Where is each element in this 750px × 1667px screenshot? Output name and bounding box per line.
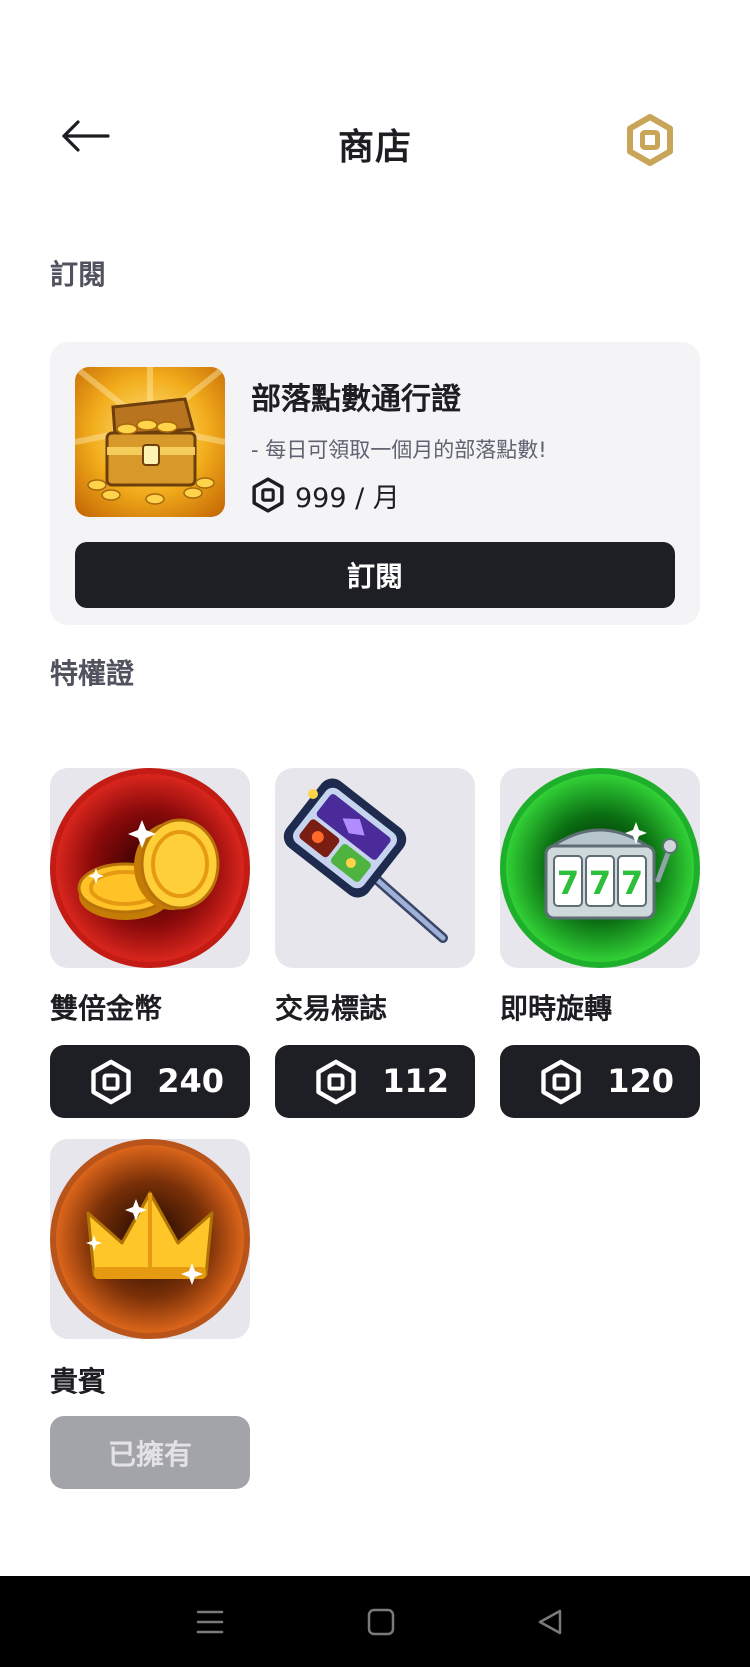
subscribe-button[interactable]: 訂閱: [75, 542, 675, 608]
buy-button-instant-spin[interactable]: 120: [500, 1045, 700, 1118]
svg-text:7: 7: [557, 864, 579, 902]
home-square-icon: [367, 1608, 395, 1635]
section-title-subscriptions: 訂閱: [50, 258, 107, 291]
pass-name-vip: 貴賓: [50, 1365, 107, 1398]
pass-name-instant-spin: 即時旋轉: [500, 992, 613, 1025]
price-instant-spin: 120: [607, 1062, 674, 1100]
pass-image-instant-spin[interactable]: 7 7 7: [500, 768, 700, 968]
slot-machine-icon: 7 7 7: [500, 768, 700, 968]
price-trade-sign: 112: [382, 1062, 449, 1100]
back-triangle-icon: [538, 1609, 562, 1634]
trade-sign-icon: [283, 778, 448, 943]
recent-apps-button[interactable]: [180, 1576, 240, 1667]
price-double-coins: 240: [157, 1062, 224, 1100]
robux-icon: [91, 1059, 131, 1105]
treasure-chest-icon: [75, 367, 225, 517]
gold-coins-icon: [50, 768, 250, 968]
pass-image-double-coins[interactable]: [50, 768, 250, 968]
pass-name-trade-sign: 交易標誌: [275, 992, 388, 1025]
subscription-price-text: 999 / 月: [295, 482, 400, 514]
system-back-button[interactable]: [520, 1576, 580, 1667]
buy-button-trade-sign[interactable]: 112: [275, 1045, 475, 1118]
pass-image-trade-sign[interactable]: [275, 768, 475, 968]
subscription-card: 部落點數通行證 - 每日可領取一個月的部落點數! 999 / 月 訂閱: [50, 342, 700, 625]
robux-icon: [316, 1059, 356, 1105]
subscription-price: 999 / 月: [251, 475, 400, 515]
home-button[interactable]: [351, 1576, 411, 1667]
svg-text:7: 7: [589, 864, 611, 902]
robux-gold-icon: [627, 114, 673, 166]
robux-icon: [541, 1059, 581, 1105]
subscription-description: - 每日可領取一個月的部落點數!: [251, 438, 547, 462]
system-navigation-bar: [0, 1576, 750, 1667]
menu-icon: [196, 1610, 224, 1633]
section-title-passes: 特權證: [50, 657, 135, 690]
buy-button-double-coins[interactable]: 240: [50, 1045, 250, 1118]
robux-icon: [252, 477, 284, 513]
svg-text:7: 7: [621, 864, 643, 902]
robux-balance-button[interactable]: [626, 114, 674, 166]
subscription-name: 部落點數通行證: [251, 382, 461, 417]
crown-icon: [50, 1139, 250, 1339]
pass-name-double-coins: 雙倍金幣: [50, 992, 163, 1025]
pass-image-vip[interactable]: [50, 1139, 250, 1339]
owned-button-vip: 已擁有: [50, 1416, 250, 1489]
